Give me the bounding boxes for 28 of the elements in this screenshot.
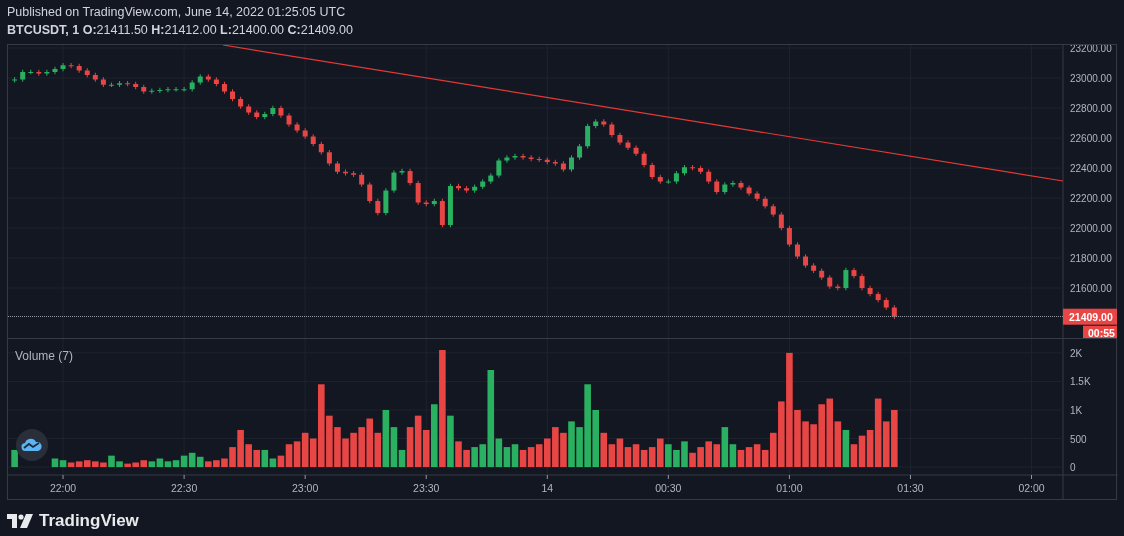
time-label: 23:00 <box>292 482 319 494</box>
time-label: 00:30 <box>655 482 682 494</box>
symbol-legend: BTCUSDT, 1 O:21411.50 H:21412.00 L:21400.00 C:21409.00 <box>7 21 1117 40</box>
price-label: 22600.00 <box>1070 133 1112 144</box>
price-label: 23000.00 <box>1070 73 1112 84</box>
published-note: Published on TradingView.com, June 14, 2022 01:25:05 UTC <box>7 4 347 21</box>
volume-label: 1K <box>1070 404 1083 416</box>
time-label: 23:30 <box>413 482 440 494</box>
time-label: 14 <box>541 482 554 494</box>
time-label: 01:30 <box>897 482 924 494</box>
time-label: 22:30 <box>170 482 198 494</box>
price-label: 21600.00 <box>1070 283 1112 295</box>
indicator-legend: Volume (7) <box>15 347 74 365</box>
price-label: 22200.00 <box>1070 193 1112 205</box>
price-label: 23200.00 <box>1070 45 1112 54</box>
volume-label: 1.5K <box>1070 376 1091 388</box>
time-label: 22:00 <box>49 482 77 494</box>
brand-name: TradingView <box>39 510 139 532</box>
countdown-tag: 00:55 <box>1083 325 1117 338</box>
price-label: 22400.00 <box>1070 163 1112 174</box>
time-label: 02:00 <box>1018 482 1045 494</box>
price-label: 22000.00 <box>1070 223 1112 235</box>
price-label: 21800.00 <box>1070 253 1112 265</box>
volume-label: 500 <box>1070 433 1087 445</box>
price-label: 22800.00 <box>1070 103 1112 114</box>
time-label: 01:00 <box>776 482 803 494</box>
volume-label: 0 <box>1070 462 1076 474</box>
volume-label: 2K <box>1070 347 1083 359</box>
